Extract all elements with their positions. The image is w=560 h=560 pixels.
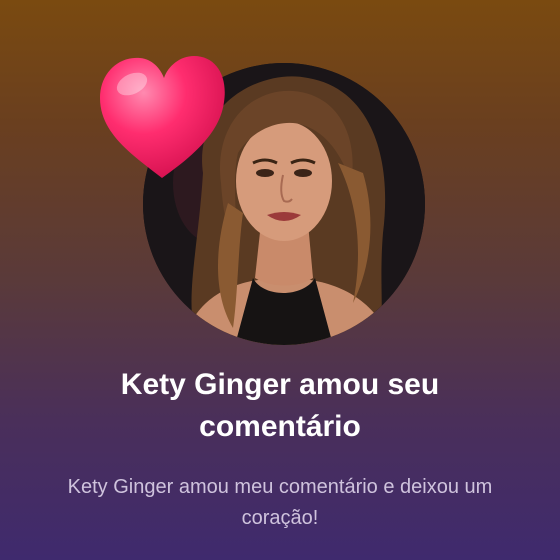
notification-title: Kety Ginger amou seu comentário bbox=[120, 368, 440, 443]
notification-message: Kety Ginger amou meu comentário e deixou… bbox=[67, 476, 493, 529]
notification-card: Kety Ginger amou seu comentário Kety Gin… bbox=[0, 0, 560, 560]
heart-icon bbox=[94, 52, 230, 182]
